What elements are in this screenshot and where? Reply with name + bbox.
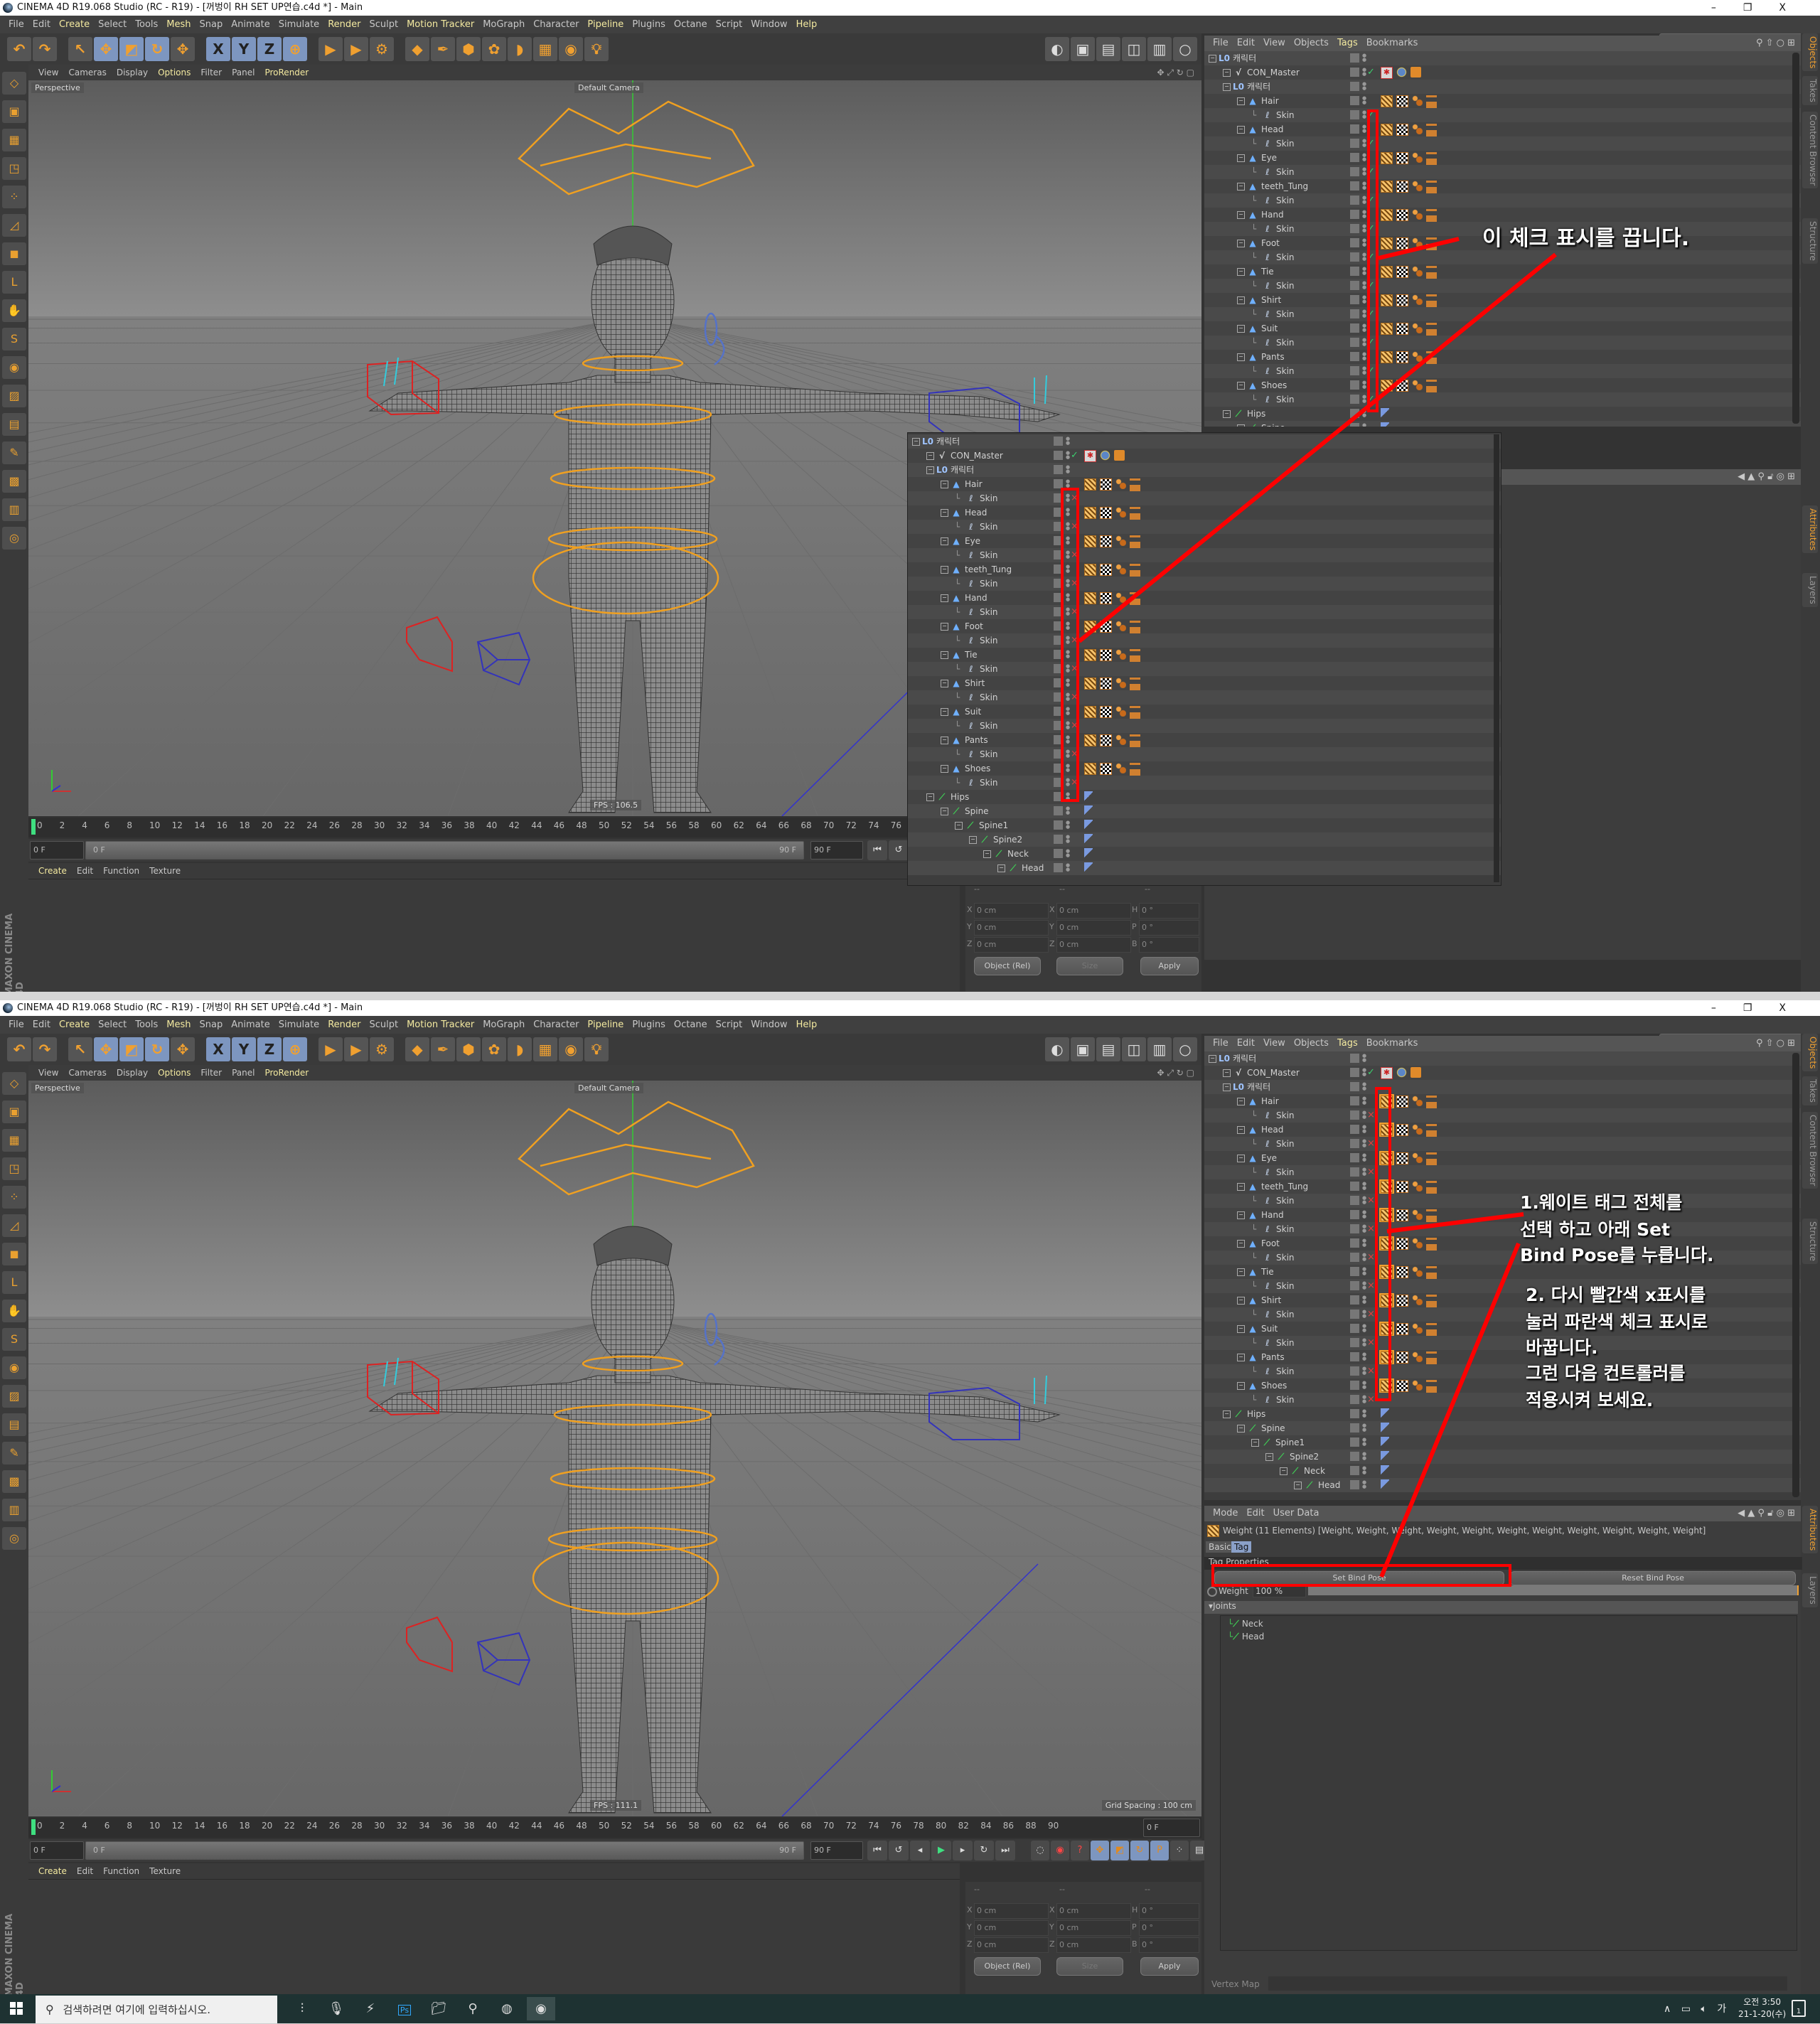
annotation-overlay xyxy=(1061,109,1557,1587)
annotation-arrow-2 xyxy=(1078,252,1557,643)
annotation-line: 눌러 파란색 체크 표시로 xyxy=(1526,1312,1708,1332)
annotation-arrow-4 xyxy=(1379,1242,1521,1578)
annotation-box-set-bind-pose xyxy=(1211,1564,1511,1587)
annotation-arrow-3 xyxy=(1386,1212,1524,1233)
annotation-line: 2. 다시 빨간색 x표시를 xyxy=(1526,1285,1706,1305)
annotation-line: Bind Pose를 누릅니다. xyxy=(1520,1245,1714,1265)
annotation-turn-off-checks: 이 체크 표시를 끕니다. xyxy=(1482,226,1690,251)
annotation-line: 적용시켜 보세요. xyxy=(1526,1390,1654,1410)
annotation-box-skin-checks xyxy=(1367,109,1379,412)
annotation-box-weight-tags xyxy=(1375,1087,1391,1401)
annotation-box-skin-crosses-panel xyxy=(1061,488,1079,802)
annotation-line: 선택 하고 아래 Set xyxy=(1520,1219,1671,1240)
annotation-line: 그런 다음 컨트롤러를 xyxy=(1526,1363,1686,1383)
annotation-line: 1.웨이트 태그 전체를 xyxy=(1520,1192,1683,1213)
annotation-arrow-1 xyxy=(1378,237,1460,260)
annotation-line: 바꿉니다. xyxy=(1526,1337,1598,1358)
